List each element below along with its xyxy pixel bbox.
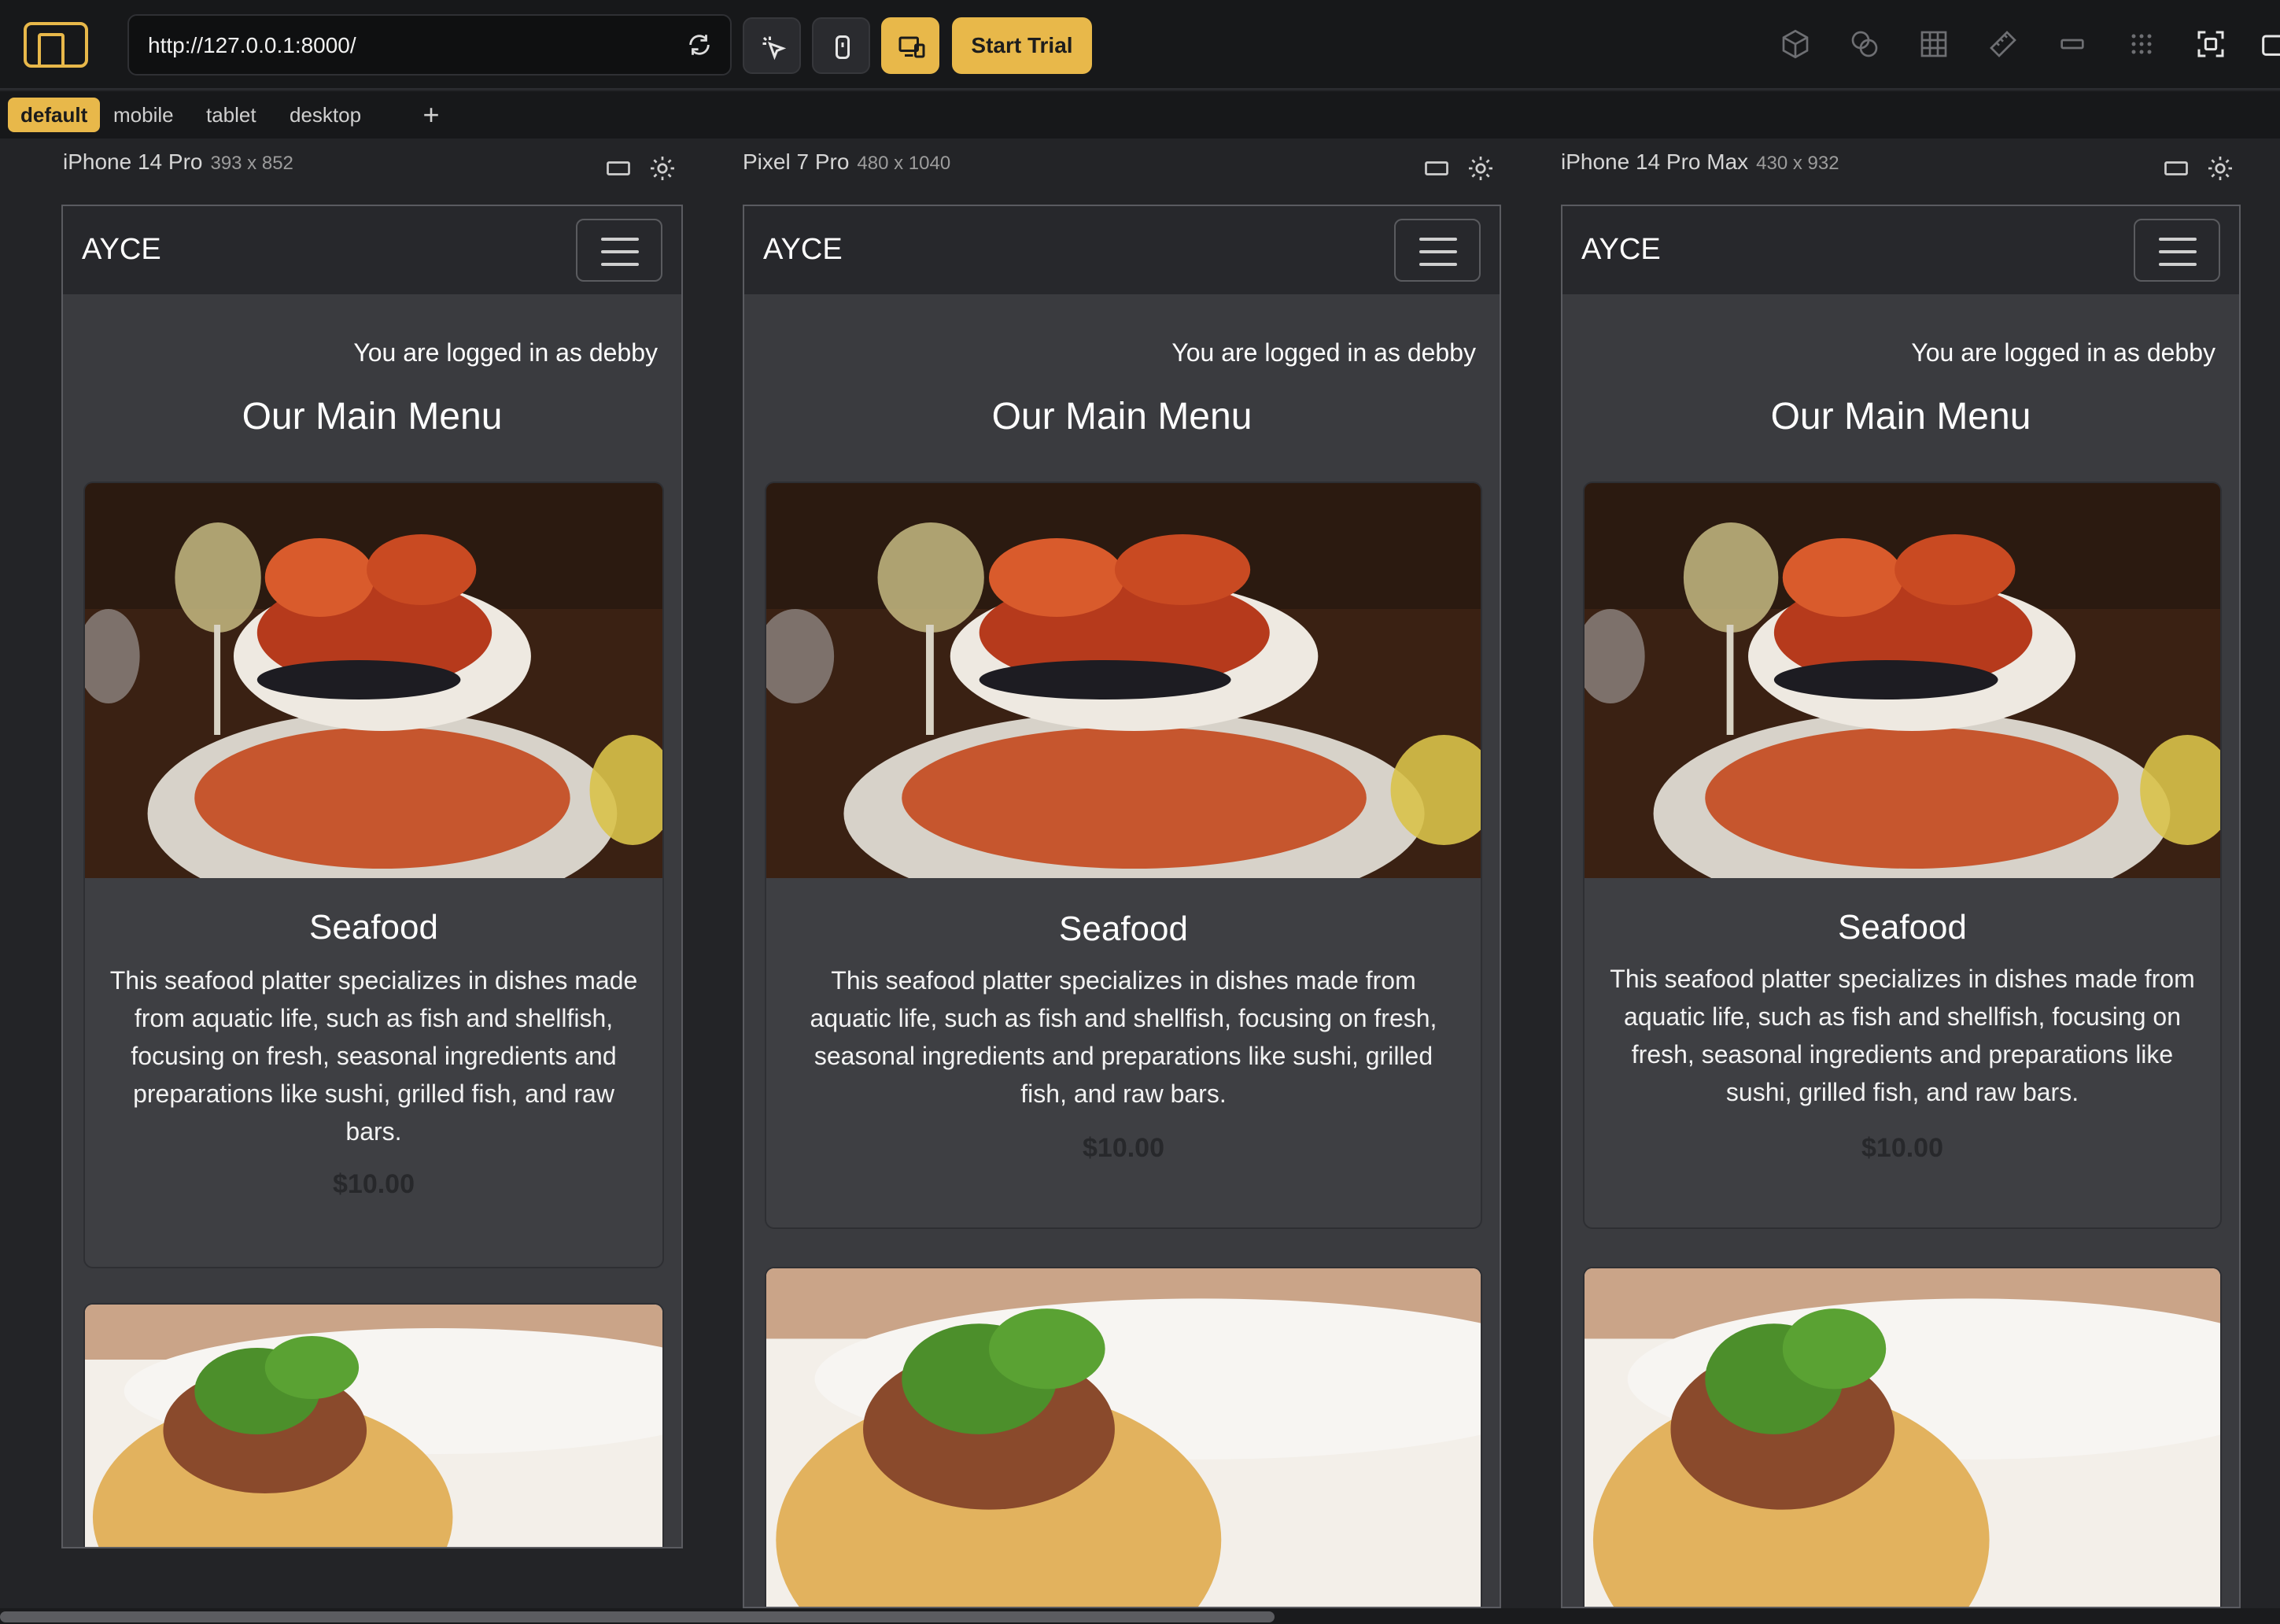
hamburger-icon[interactable] [2134, 219, 2220, 282]
site-brand[interactable]: AYCE [1581, 233, 1661, 267]
responsively-app: http://127.0.0.1:8000/ Start Trial defau… [0, 0, 2280, 1624]
logged-in-text: You are logged in as debby [1911, 338, 2215, 367]
cube-icon[interactable] [1780, 28, 1811, 60]
logged-in-text: You are logged in as debby [353, 338, 658, 367]
menu-card: Seafood This seafood platter specializes… [1583, 482, 2222, 1229]
reload-icon[interactable] [686, 31, 713, 58]
tab-desktop[interactable]: desktop [277, 98, 374, 132]
layers-icon[interactable] [1849, 28, 1880, 60]
tab-tablet[interactable]: tablet [194, 98, 269, 132]
menu-card [1583, 1267, 2222, 1607]
device-frame-1: AYCE You are logged in as debby Our Main… [61, 205, 683, 1548]
pasta-image [766, 1268, 1481, 1607]
dish-title: Seafood [1838, 908, 1967, 947]
menu-card: Seafood This seafood platter specializes… [83, 482, 664, 1268]
dots-grid-icon[interactable] [2126, 28, 2157, 60]
device-name: iPhone 14 Pro [63, 149, 203, 174]
page-title: Our Main Menu [991, 396, 1253, 437]
start-trial-button[interactable]: Start Trial [952, 17, 1092, 74]
device-header-3: iPhone 14 Pro Max 430 x 932 [1561, 149, 1839, 189]
hamburger-icon[interactable] [576, 219, 662, 282]
dish-description: This seafood platter specializes in dish… [109, 966, 638, 1146]
horizontal-scrollbar[interactable] [0, 1608, 2280, 1624]
ruler-icon[interactable] [1987, 28, 2019, 60]
device-frame-3: AYCE You are logged in as debby Our Main… [1561, 205, 2241, 1608]
device-header-1: iPhone 14 Pro 393 x 852 [63, 149, 293, 189]
device-name: Pixel 7 Pro [743, 149, 850, 174]
responsively-logo-icon[interactable] [24, 22, 88, 68]
settings-gear-icon[interactable] [1467, 154, 1495, 183]
page-title: Our Main Menu [242, 396, 503, 437]
pasta-image [1585, 1268, 2220, 1607]
dish-description: This seafood platter specializes in dish… [810, 966, 1437, 1108]
rotate-device-icon[interactable] [2162, 154, 2190, 183]
menu-card: Seafood This seafood platter specializes… [765, 482, 1482, 1229]
settings-gear-icon[interactable] [648, 154, 677, 183]
device-name: iPhone 14 Pro Max [1561, 149, 1749, 174]
dish-price: $10.00 [1083, 1133, 1164, 1163]
mobile-icon[interactable] [812, 17, 870, 74]
seafood-image [85, 483, 662, 878]
menu-card [83, 1303, 664, 1547]
seafood-image [1585, 483, 2220, 878]
page-title: Our Main Menu [1770, 396, 2031, 437]
site-navbar: AYCE [744, 206, 1500, 294]
menu-card [765, 1267, 1482, 1607]
device-header-2: Pixel 7 Pro 480 x 1040 [743, 149, 950, 189]
rotate-device-icon[interactable] [604, 154, 633, 183]
settings-gear-icon[interactable] [2206, 154, 2234, 183]
tab-default[interactable]: default [8, 98, 101, 132]
device-dims: 480 x 1040 [857, 153, 951, 174]
seafood-image [766, 483, 1481, 878]
site-navbar: AYCE [1562, 206, 2239, 294]
plus-icon[interactable]: + [414, 98, 448, 132]
dish-title: Seafood [1059, 910, 1188, 948]
dish-price: $10.00 [333, 1169, 415, 1199]
dish-price: $10.00 [1861, 1133, 1943, 1163]
hamburger-icon[interactable] [1394, 219, 1481, 282]
device-dims: 393 x 852 [210, 153, 293, 174]
pasta-image [85, 1305, 662, 1547]
scrollbar-thumb[interactable] [0, 1611, 1275, 1622]
inspect-element-icon[interactable] [743, 17, 801, 74]
dish-description: This seafood platter specializes in dish… [1610, 965, 2195, 1106]
preset-tabs: default mobile tablet desktop + [0, 91, 2280, 138]
screenshot-icon[interactable] [2195, 28, 2227, 60]
address-input[interactable]: http://127.0.0.1:8000/ [148, 33, 356, 58]
device-dims: 430 x 932 [1756, 153, 1839, 174]
dish-title: Seafood [309, 908, 438, 947]
logged-in-text: You are logged in as debby [1171, 338, 1476, 367]
site-navbar: AYCE [63, 206, 681, 294]
address-bar[interactable]: http://127.0.0.1:8000/ [127, 14, 732, 76]
device-preview-icon[interactable] [881, 17, 939, 74]
device-frame-2: AYCE You are logged in as debby Our Main… [743, 205, 1501, 1608]
site-brand[interactable]: AYCE [82, 233, 161, 267]
top-toolbar: http://127.0.0.1:8000/ Start Trial [0, 0, 2280, 90]
site-brand[interactable]: AYCE [763, 233, 843, 267]
window-icon[interactable] [2258, 28, 2280, 60]
tab-mobile[interactable]: mobile [101, 98, 186, 132]
rotate-icon[interactable] [2057, 28, 2088, 60]
grid-icon[interactable] [1918, 28, 1950, 60]
rotate-device-icon[interactable] [1422, 154, 1451, 183]
